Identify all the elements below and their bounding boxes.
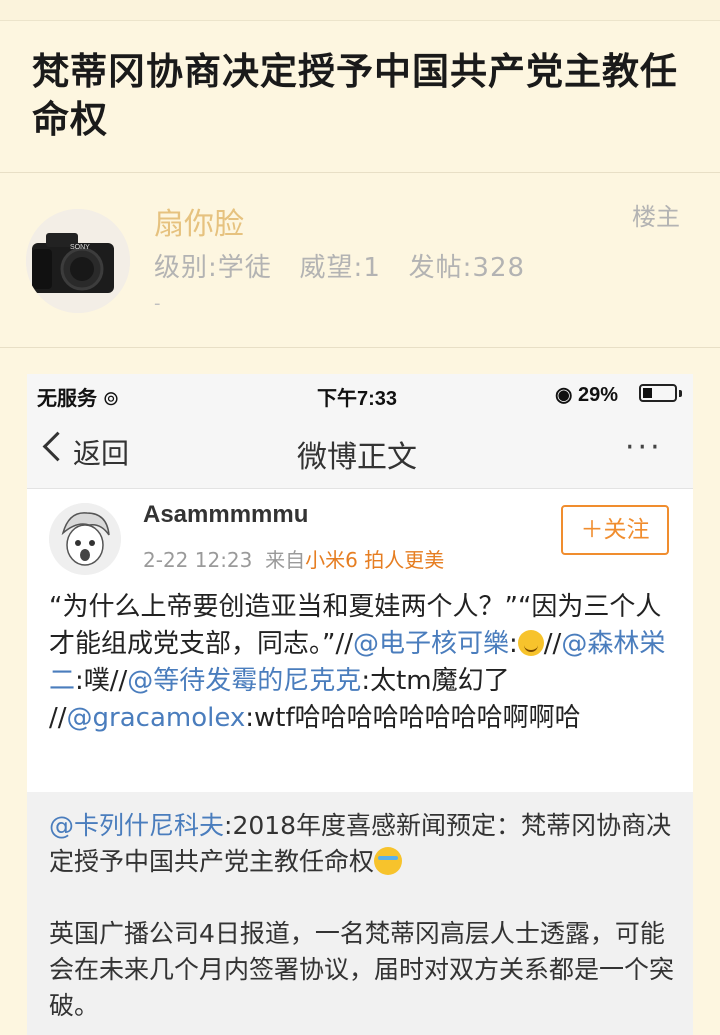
author-card: SONY 扇你脸 级别:学徒 威望:1 发帖:328 - 楼主: [0, 173, 720, 348]
thread-title: 梵蒂冈协商决定授予中国共产党主教任命权: [32, 50, 678, 141]
mention-link[interactable]: @电子核可樂: [353, 629, 509, 659]
phone-status-bar: 无服务 ⊚ 下午7:33 ◉ 29%: [27, 374, 693, 416]
weibo-nav-bar: 返回 微博正文 ···: [27, 416, 693, 489]
author-stats: 级别:学徒 威望:1 发帖:328: [154, 253, 526, 283]
follow-button[interactable]: ＋关注: [561, 505, 669, 555]
svg-text:SONY: SONY: [70, 244, 90, 251]
op-badge: 楼主: [632, 203, 680, 231]
rotation-lock-icon: ◉: [555, 384, 573, 406]
post-avatar[interactable]: [49, 503, 121, 575]
post-date: 2-22 12:23: [143, 548, 253, 572]
nav-title: 微博正文: [297, 440, 417, 475]
battery-percent: ◉ 29%: [555, 384, 619, 406]
embedded-weibo-screenshot: 无服务 ⊚ 下午7:33 ◉ 29% 返回 微博正文 ··· Asammmmmu…: [27, 374, 693, 1035]
carrier-label: 无服务 ⊚: [37, 388, 120, 410]
more-icon[interactable]: ···: [625, 430, 663, 465]
post-source[interactable]: 小米6 拍人更美: [305, 548, 444, 572]
post-meta: 2-22 12:23 来自小米6 拍人更美: [143, 544, 444, 573]
author-signature: -: [154, 293, 161, 314]
thread-header: 梵蒂冈协商决定授予中国共产党主教任命权: [0, 22, 720, 173]
anime-avatar-icon: [49, 503, 121, 575]
wifi-icon: ⊚: [102, 388, 120, 410]
battery-level: [643, 388, 652, 398]
post-text-part: :wtf哈哈哈哈哈哈哈哈啊啊哈: [245, 703, 581, 733]
author-avatar[interactable]: SONY: [26, 209, 130, 313]
top-strip: [0, 0, 720, 21]
post-username[interactable]: Asammmmmu: [143, 501, 308, 529]
post-text-part: :噗//: [75, 666, 128, 696]
reposted-content[interactable]: @卡列什尼科夫:2018年度喜感新闻预定：梵蒂冈协商决定授予中国共产党主教任命权…: [27, 792, 693, 1035]
mention-link[interactable]: @等待发霉的尼克克: [127, 666, 361, 696]
battery-tip: [679, 390, 682, 397]
repost-paragraph: 英国广播公司4日报道，一名梵蒂冈高层人士透露，可能会在未来几个月内签署协议，届时…: [49, 919, 675, 1020]
camera-icon: SONY: [26, 209, 130, 313]
laugh-cry-emoji-icon: [374, 847, 403, 875]
post-text: “为什么上帝要创造亚当和夏娃两个人？”“因为三个人才能组成党支部，同志。”//@…: [49, 589, 675, 737]
post-text-part: //: [543, 629, 562, 659]
weibo-post: Asammmmmu 2-22 12:23 来自小米6 拍人更美 ＋关注 “为什么…: [27, 489, 693, 792]
repost-text: @卡列什尼科夫:2018年度喜感新闻预定：梵蒂冈协商决定授予中国共产党主教任命权…: [49, 808, 675, 1024]
post-text-part: :: [509, 629, 518, 659]
back-button[interactable]: 返回: [73, 432, 129, 472]
mention-link[interactable]: @gracamolex: [67, 703, 246, 733]
post-source-prefix: 来自: [265, 548, 306, 572]
chevron-left-icon[interactable]: [42, 431, 73, 462]
mention-link[interactable]: @卡列什尼科夫: [49, 811, 224, 840]
author-name[interactable]: 扇你脸: [154, 199, 244, 243]
repost-line: @卡列什尼科夫:2018年度喜感新闻预定：梵蒂冈协商决定授予中国共产党主教任命权: [49, 808, 675, 880]
grin-emoji-icon: [517, 630, 544, 656]
clock: 下午7:33: [317, 388, 398, 410]
battery-icon: [639, 384, 677, 402]
